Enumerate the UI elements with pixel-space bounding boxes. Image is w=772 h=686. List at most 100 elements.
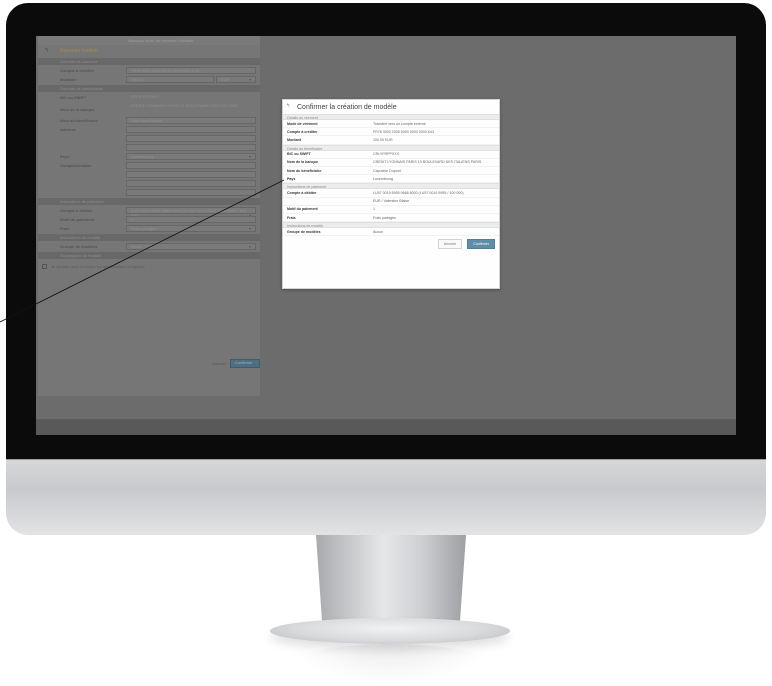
address-field-1[interactable] <box>126 126 256 133</box>
label: Pays <box>60 154 70 159</box>
background-title: ↰ Nouveau modèle <box>44 47 98 54</box>
section-ordering: Données du donneur <box>38 58 260 65</box>
row-value: Aucun <box>373 229 384 234</box>
row-key: Mode de virement <box>287 121 318 126</box>
row-additional-2 <box>38 170 260 179</box>
additional-field-4[interactable] <box>126 189 256 196</box>
background-actions: Annuler Confirmer <box>212 359 260 368</box>
row-amount: Montant 100,00 EUR <box>38 75 260 84</box>
row-key: Nom de la banque <box>287 160 318 165</box>
row-value: Transfert vers un compte externe <box>373 121 426 126</box>
row-address-3 <box>38 143 260 152</box>
declaration-checkbox-row: Je déclare avoir lu toutes les modificat… <box>38 260 260 270</box>
imac-stand-neck <box>316 535 466 621</box>
label: Compte à créditer <box>60 68 95 73</box>
row-key: Motif du paiement <box>287 207 318 212</box>
row-reason: Motif du paiement 1 <box>38 215 260 224</box>
background-cancel-button[interactable]: Annuler <box>212 361 226 366</box>
row-key: BIC ou SWIFT <box>287 152 311 157</box>
row-key: Frais <box>287 215 296 220</box>
additional-field-1[interactable] <box>126 162 256 169</box>
label: Frais <box>60 226 70 231</box>
row-value: EUR / Valentine Blaise <box>373 199 410 204</box>
background-confirm-button[interactable]: Confirmer <box>230 359 260 368</box>
country-select[interactable]: Luxembourg <box>126 153 256 160</box>
section-instructions: Instructions de paiement <box>38 198 260 205</box>
modal-row: Compte à débiter LU57 0019 5955 0668 8000… <box>283 189 499 198</box>
modal-row: Mode de virement Transfert vers un compte… <box>283 120 499 129</box>
bank-value: CREDIT LYONNAIS PARIS 19 BOULEVARD DES I… <box>130 103 238 108</box>
additional-field-3[interactable] <box>126 180 256 187</box>
row-group: Groupe de modèles Aucun <box>38 242 260 251</box>
imac-chin <box>6 459 766 535</box>
label: Motif du paiement <box>60 217 95 222</box>
confirm-template-modal: ↰ Confirmer la création de modèle Détail… <box>282 99 500 289</box>
amount-field[interactable]: 100,00 <box>126 76 214 83</box>
row-key: Groupe de modèles <box>287 229 321 234</box>
back-arrow-icon[interactable]: ↰ <box>286 103 290 109</box>
row-value: LU57 0019 5955 0668 8000 (LU57 0019 5955… <box>373 190 464 195</box>
currency-select[interactable]: EUR <box>216 76 256 83</box>
row-bank: Nom de la banque CREDIT LYONNAIS PARIS 1… <box>38 102 260 116</box>
label: Montant <box>60 77 76 82</box>
row-value: Capucine Dupont <box>373 168 401 173</box>
section-template: Instructions du modèle <box>38 234 260 241</box>
modal-title: Confirmer la création de modèle <box>297 103 397 111</box>
row-additional: Complémentaire <box>38 161 260 170</box>
declaration-checkbox[interactable] <box>42 263 47 269</box>
confirm-button[interactable]: Confirmer <box>467 239 495 250</box>
group-select[interactable]: Aucun <box>126 243 256 250</box>
additional-field-2[interactable] <box>126 171 256 178</box>
modal-row: Nom du bénéficiaire Capucine Dupont <box>283 167 499 176</box>
label: Adresse <box>60 127 76 132</box>
beneficiary-name-field[interactable]: Capucine Dupont <box>126 117 256 124</box>
screen-bottom-band <box>36 419 736 435</box>
row-key: Pays <box>287 176 296 181</box>
section-beneficiary: Données du bénéficiaire <box>38 85 260 92</box>
reason-field[interactable]: 1 <box>126 216 256 223</box>
modal-row: Motif du paiement 1 <box>283 206 499 215</box>
row-bic: BIC ou SWIFT CRLYFRPPXXX <box>38 93 260 102</box>
background-top-text: Nouveau ordre de virement • Modèle <box>38 36 260 45</box>
bic-value: CRLYFRPPXXX <box>130 94 160 99</box>
modal-row: Groupe de modèles Aucun <box>283 228 499 237</box>
row-value: 1 <box>373 207 375 212</box>
modal-footer: Annuler Confirmer <box>283 236 499 252</box>
modal-header: ↰ Confirmer la création de modèle <box>283 100 499 114</box>
section-save: Sauvegarde du modèle <box>38 252 260 259</box>
modal-row: Pays Luxembourg <box>283 175 499 184</box>
label: Complémentaire <box>60 163 92 168</box>
declaration-label: Je déclare avoir lu toutes les modificat… <box>51 263 145 269</box>
row-value: Luxembourg <box>373 176 393 181</box>
row-debit: Compte à débiter LU57 0019 5955 0668 800… <box>38 206 260 218</box>
label: Nom du bénéficiaire <box>60 118 99 123</box>
imac-stand-base <box>270 618 510 644</box>
address-field-3[interactable] <box>126 144 256 151</box>
row-account: Compte à créditer FR76 3000 2005 5000 00… <box>38 66 260 75</box>
account-field[interactable]: FR76 3000 2005 5000 0000 0000 K43 <box>126 67 256 74</box>
row-fees: Frais Frais partagés <box>38 224 260 233</box>
fees-select[interactable]: Frais partagés <box>126 225 256 232</box>
stand-shadow <box>290 644 490 684</box>
imac-mockup: Nouveau ordre de virement • Modèle ↰ Nou… <box>0 0 772 686</box>
row-key: Montant <box>287 137 301 142</box>
screen: Nouveau ordre de virement • Modèle ↰ Nou… <box>36 36 736 435</box>
background-form: Nouveau ordre de virement • Modèle ↰ Nou… <box>38 36 260 396</box>
row-country: Pays Luxembourg <box>38 152 260 161</box>
modal-row: Frais Frais partagés <box>283 214 499 223</box>
debit-account-select[interactable]: LU57 0019 5955 0668 8000 (1 LU57 0019 59… <box>126 207 256 218</box>
row-address: Adresse <box>38 125 260 134</box>
row-additional-4 <box>38 188 260 197</box>
label: Compte à débiter <box>60 208 93 213</box>
row-key: Nom du bénéficiaire <box>287 168 322 173</box>
address-field-2[interactable] <box>126 135 256 142</box>
modal-row: BIC ou SWIFT CRLYFRPPXXX <box>283 151 499 159</box>
back-arrow-icon[interactable]: ↰ <box>44 47 49 54</box>
modal-row: Montant 100,00 EUR <box>283 136 499 145</box>
cancel-button[interactable]: Annuler <box>437 239 463 250</box>
row-key: Compte à créditer <box>287 129 318 134</box>
row-additional-3 <box>38 179 260 188</box>
row-address-2 <box>38 134 260 143</box>
row-key: Compte à débiter <box>287 190 317 195</box>
row-value: CRLYFRPPXXX <box>373 152 400 157</box>
